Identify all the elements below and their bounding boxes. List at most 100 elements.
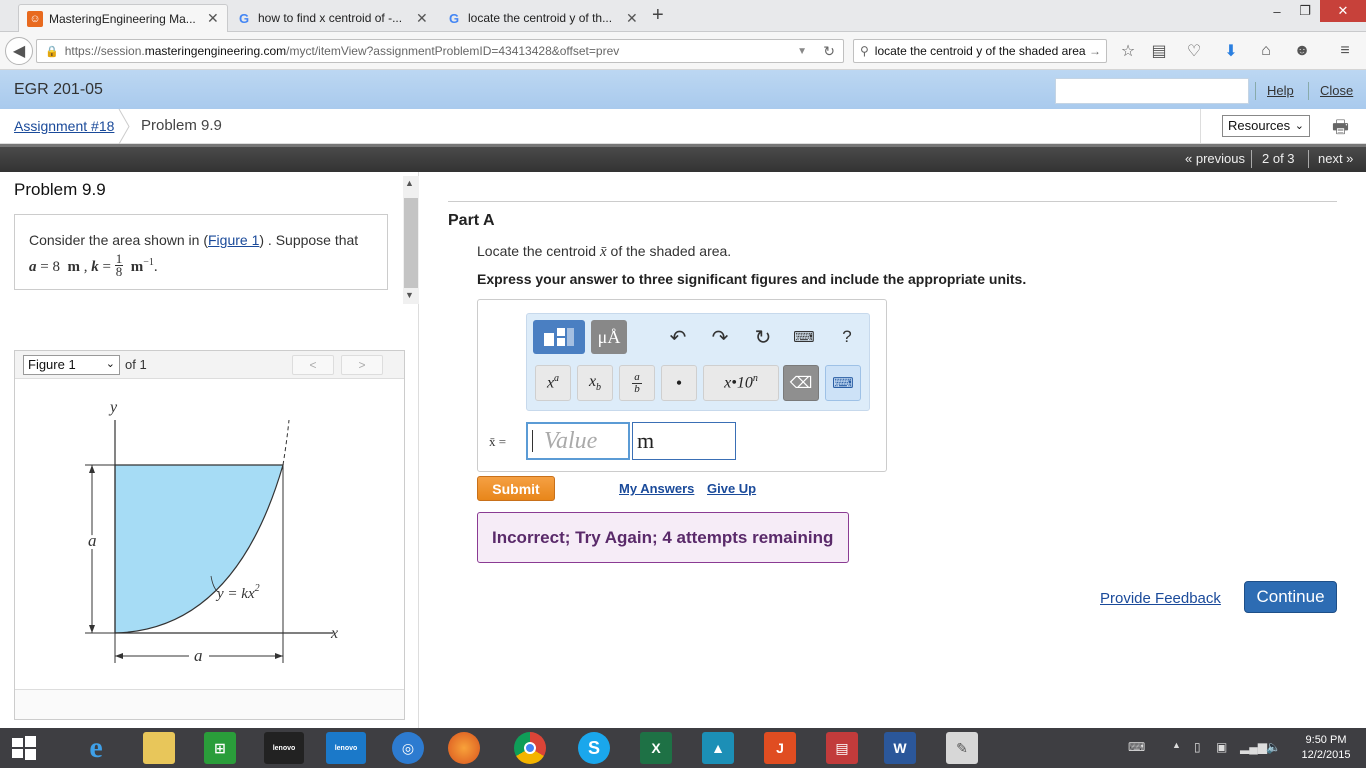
excel-icon[interactable]: X: [640, 732, 672, 764]
google-favicon-icon: G: [448, 10, 460, 26]
help-question-icon[interactable]: ?: [832, 320, 862, 354]
show-hidden-icons-icon[interactable]: ▲: [1172, 740, 1181, 750]
reading-list-icon[interactable]: ▤: [1148, 40, 1170, 62]
header-search-input[interactable]: [1055, 78, 1249, 104]
search-go-icon[interactable]: →: [1089, 44, 1101, 58]
value-placeholder: Value: [544, 428, 598, 454]
divider: [1255, 82, 1256, 100]
volume-icon[interactable]: 🔈: [1266, 740, 1281, 754]
units-button[interactable]: μÅ: [591, 320, 627, 354]
window-close-icon[interactable]: ✕: [1320, 0, 1366, 22]
printer-icon[interactable]: 🖶: [1332, 115, 1349, 145]
chrome-icon[interactable]: [514, 732, 546, 764]
a-value: 8: [52, 259, 60, 275]
my-answers-link[interactable]: My Answers: [619, 481, 694, 496]
divider: [1200, 109, 1201, 144]
pdf-app-icon[interactable]: J: [764, 732, 796, 764]
scroll-up-icon[interactable]: ▲: [405, 178, 414, 188]
close-tab-icon[interactable]: ✕: [207, 10, 219, 27]
superscript-icon: xa: [546, 373, 560, 392]
a-symbol: a: [29, 259, 37, 275]
subscript-button[interactable]: xb: [577, 365, 613, 401]
windows-start-icon[interactable]: [8, 732, 40, 764]
tab-google-search-2[interactable]: G locate the centroid y of th... ✕: [438, 4, 646, 32]
wifi-signal-icon[interactable]: ▂▄▆: [1240, 740, 1267, 754]
action-center-icon[interactable]: ▣: [1216, 740, 1227, 754]
unit-input[interactable]: m: [632, 422, 736, 460]
search-bar[interactable]: ⚲ locate the centroid y of the shaded ar…: [853, 39, 1107, 63]
reload-icon[interactable]: ↻: [823, 43, 835, 60]
taskbar-clock[interactable]: 9:50 PM 12/2/2015: [1294, 733, 1358, 763]
tab-google-search-1[interactable]: G how to find x centroid of -... ✕: [228, 4, 436, 32]
continue-button[interactable]: Continue: [1244, 581, 1337, 613]
restore-icon[interactable]: ❐: [1290, 0, 1320, 22]
figure-next-button[interactable]: >: [341, 355, 383, 375]
file-explorer-icon[interactable]: [143, 732, 175, 764]
redo-icon[interactable]: ↷: [705, 320, 735, 354]
news-app-icon[interactable]: ▤: [826, 732, 858, 764]
question-before: Locate the centroid: [477, 243, 600, 259]
url-bar[interactable]: 🔒 https://session. masteringengineering.c…: [36, 39, 844, 63]
previous-link[interactable]: « previous: [1185, 151, 1245, 166]
scroll-down-icon[interactable]: ▼: [405, 290, 414, 300]
close-link[interactable]: Close: [1320, 83, 1353, 98]
next-link[interactable]: next »: [1318, 151, 1353, 166]
y-axis-label: y: [108, 399, 118, 416]
paint-icon[interactable]: ✎: [946, 732, 978, 764]
lenovo-app-icon[interactable]: lenovo: [326, 732, 366, 764]
scientific-notation-button[interactable]: x•10n: [703, 365, 779, 401]
curve-equation-text: y = kx: [215, 586, 255, 602]
keyboard-shortcuts-icon[interactable]: ⌨: [789, 320, 819, 354]
search-text: locate the centroid y of the shaded area: [874, 44, 1086, 58]
scientific-notation-icon: x•10n: [724, 373, 758, 392]
give-up-link[interactable]: Give Up: [707, 481, 756, 496]
figure-prev-button[interactable]: <: [292, 355, 334, 375]
battery-icon[interactable]: ▯: [1194, 740, 1201, 754]
submit-button[interactable]: Submit: [477, 476, 555, 501]
close-tab-icon[interactable]: ✕: [416, 10, 428, 27]
windows-store-icon[interactable]: ⊞: [204, 732, 236, 764]
multiply-dot-button[interactable]: •: [661, 365, 697, 401]
word-icon[interactable]: W: [884, 732, 916, 764]
templates-button[interactable]: [533, 320, 585, 354]
minimize-icon[interactable]: ‒: [1262, 0, 1292, 22]
dropdown-arrow-icon[interactable]: ▼: [797, 46, 807, 57]
help-link[interactable]: Help: [1267, 83, 1294, 98]
scroll-thumb[interactable]: [404, 198, 418, 288]
back-arrow-icon[interactable]: ◀: [5, 37, 33, 65]
figure-select[interactable]: Figure 1 ⌄: [23, 355, 120, 375]
provide-feedback-link[interactable]: Provide Feedback: [1100, 590, 1221, 607]
menu-icon[interactable]: ≡: [1334, 40, 1356, 62]
reset-icon[interactable]: ↻: [748, 320, 778, 354]
bookmark-star-icon[interactable]: ☆: [1117, 40, 1139, 62]
home-icon[interactable]: ⌂: [1255, 40, 1277, 62]
superscript-button[interactable]: xa: [535, 365, 571, 401]
answer-pane: Part A Locate the centroid x̄ of the sha…: [420, 172, 1366, 728]
question-text: Locate the centroid x̄ of the shaded are…: [477, 243, 731, 261]
google-favicon-icon: G: [238, 10, 250, 26]
virtual-keyboard-icon[interactable]: ⌨: [825, 365, 861, 401]
lenovo-photos-icon[interactable]: lenovo: [264, 732, 304, 764]
problem-scrollbar[interactable]: ▲ ▼: [403, 176, 419, 304]
value-input[interactable]: Value: [526, 422, 630, 460]
figure-link[interactable]: Figure 1: [208, 232, 259, 248]
answer-label: x̄ =: [489, 434, 507, 449]
touch-keyboard-icon[interactable]: ⌨: [1128, 740, 1145, 754]
hello-chat-icon[interactable]: ☻: [1291, 40, 1313, 62]
pocket-icon[interactable]: ♡: [1183, 40, 1205, 62]
resources-dropdown[interactable]: Resources ⌄: [1222, 115, 1310, 137]
backspace-icon[interactable]: ⌫: [783, 365, 819, 401]
undo-icon[interactable]: ↶: [663, 320, 693, 354]
intel-wireless-icon[interactable]: ◎: [392, 732, 424, 764]
internet-explorer-icon[interactable]: e: [80, 731, 112, 764]
assignment-link[interactable]: Assignment #18: [14, 118, 114, 134]
fraction-button[interactable]: ab: [619, 365, 655, 401]
close-tab-icon[interactable]: ✕: [626, 10, 638, 27]
photos-icon[interactable]: ▲: [702, 732, 734, 764]
tab-masteringengineering[interactable]: ☺ MasteringEngineering Ma... ✕: [18, 4, 228, 32]
new-tab-icon[interactable]: +: [652, 4, 664, 27]
page-position: 2 of 3: [1262, 151, 1295, 166]
download-icon[interactable]: ⬇: [1220, 40, 1242, 62]
skype-icon[interactable]: S: [578, 732, 610, 764]
firefox-icon[interactable]: [448, 732, 480, 764]
